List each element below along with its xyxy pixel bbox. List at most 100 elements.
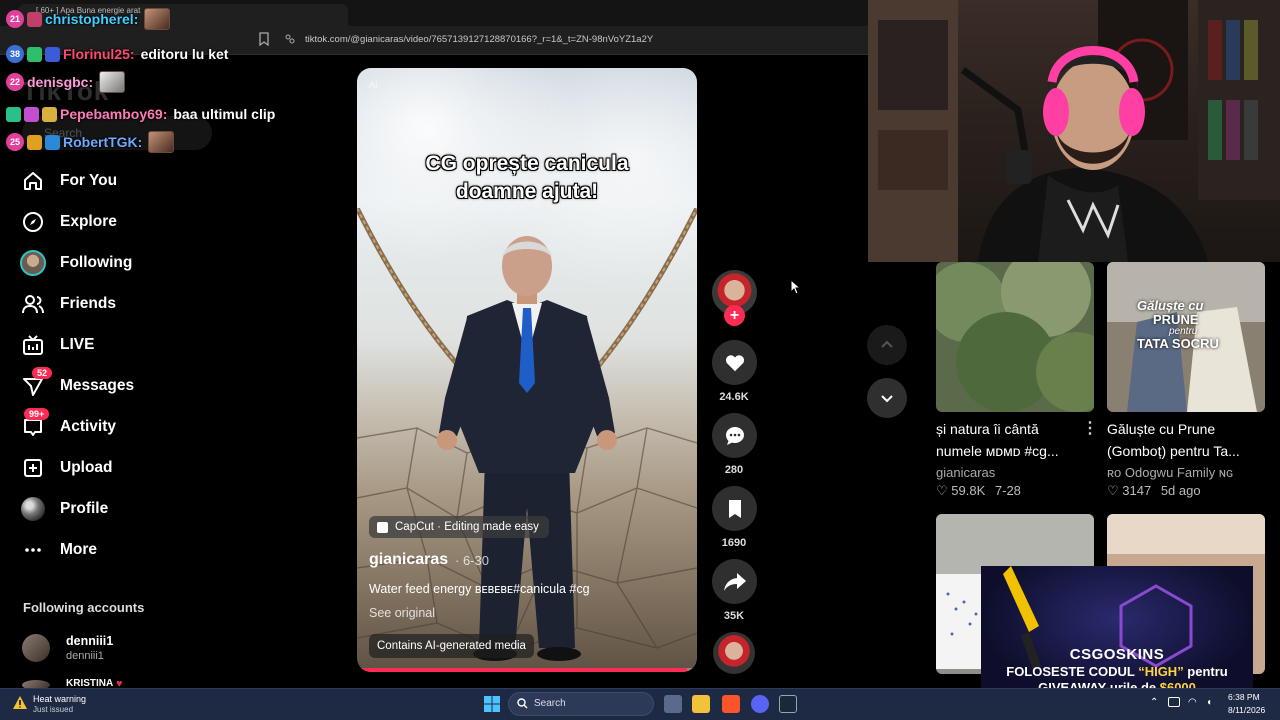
sponsor-ad: CSGOSKINS FOLOSESTE CODUL “HIGH” pentru …	[981, 566, 1253, 698]
nav-live[interactable]: LIVE	[20, 330, 220, 360]
nav-label: LIVE	[60, 336, 95, 353]
capcut-link[interactable]: CapCut · Editing made easy	[369, 516, 549, 538]
nav-messages[interactable]: 52 Messages	[20, 367, 220, 401]
task-view-icon[interactable]	[664, 695, 682, 713]
chat-username: Pepebamboy69:	[60, 106, 168, 122]
see-original-link[interactable]: See original	[369, 606, 435, 620]
ad-text-part: FOLOSESTE CODUL	[1006, 664, 1139, 679]
chevron-down-icon	[881, 395, 893, 403]
ad-text: FOLOSESTE CODUL “HIGH” pentru	[981, 664, 1253, 679]
nav-label: Explore	[60, 213, 117, 230]
title-line: și natura îi cântă	[936, 421, 1039, 437]
card-author[interactable]: ʀᴏ Odogwu Family ɴɢ	[1107, 465, 1233, 480]
discord-icon[interactable]	[751, 695, 769, 713]
share-count: 35K	[723, 610, 745, 622]
live-tv-icon	[20, 332, 46, 358]
thumb-text: Găluște cu	[1137, 298, 1204, 313]
chat-message: 21 christopherel:	[6, 8, 171, 30]
taskbar-time[interactable]: 6:38 PM	[1228, 692, 1260, 702]
tray-chevron-icon[interactable]: ⌃	[1150, 697, 1158, 708]
bookmark-icon	[728, 499, 741, 518]
nav-label: For You	[60, 172, 118, 189]
save-button[interactable]	[712, 486, 757, 531]
brave-browser-icon[interactable]	[722, 695, 740, 713]
nav-label: More	[60, 541, 98, 558]
like-button[interactable]	[712, 340, 757, 385]
nav-for-you[interactable]: For You	[20, 166, 220, 196]
volume-icon[interactable]: ◖	[1206, 697, 1212, 708]
taskbar-search-label: Search	[534, 698, 566, 709]
video-author[interactable]: gianicaras	[369, 551, 448, 569]
windows-start-icon[interactable]	[484, 696, 500, 712]
share-arrow-icon	[723, 572, 746, 591]
nav-activity[interactable]: 99+ Activity	[20, 408, 220, 442]
level-badge: 22	[6, 73, 24, 91]
wifi-icon[interactable]: ◠	[1188, 697, 1197, 708]
video-player[interactable]: AI CG oprește canicula doamne ajuta! Cap…	[357, 68, 697, 672]
like-count: 59.8K	[951, 483, 986, 498]
monitor-icon[interactable]	[1168, 697, 1180, 707]
emote-icon	[148, 131, 175, 153]
like-count: 24.6K	[719, 391, 749, 403]
follow-plus-icon[interactable]: +	[724, 305, 745, 326]
like-count: 3147	[1122, 483, 1152, 498]
plus-square-icon	[20, 455, 46, 481]
nav-label: Friends	[60, 295, 116, 312]
chat-message: Pepebamboy69: baa ultimul clip	[6, 103, 275, 125]
card-author[interactable]: gianicaras	[936, 465, 995, 480]
file-explorer-icon[interactable]	[692, 695, 710, 713]
chat-text: baa ultimul clip	[173, 106, 276, 122]
avatar	[22, 634, 50, 662]
title-line: Găluște cu Prune	[1107, 421, 1216, 437]
video-card-title[interactable]: Găluște cu Prune (Gomboț) pentru Ta...	[1107, 418, 1257, 462]
nav-label: Profile	[60, 500, 109, 517]
nav-more[interactable]: More	[20, 535, 220, 565]
card-stats: ♡ 59.8K 7-28	[936, 483, 1021, 499]
share-button[interactable]	[712, 559, 757, 604]
paper-plane-icon: 52	[20, 367, 53, 399]
music-disc[interactable]	[713, 632, 755, 674]
warning-icon[interactable]	[12, 695, 28, 710]
nav-following[interactable]: Following	[20, 248, 220, 278]
emote-icon	[144, 8, 171, 30]
nav-label: Messages	[60, 377, 135, 394]
nav-profile[interactable]: Profile	[20, 494, 220, 524]
address-bar[interactable]: tiktok.com/@gianicaras/video/76571391271…	[305, 34, 653, 45]
video-thumbnail[interactable]: Găluște cu PRUNE pentru TATA SOCRU	[1107, 262, 1265, 412]
card-date: 7-28	[994, 483, 1021, 498]
video-progress-bar[interactable]	[357, 668, 697, 672]
home-icon	[20, 168, 46, 194]
save-count: 1690	[721, 537, 747, 549]
caption-line: CG oprește canicula	[425, 152, 629, 175]
more-options-icon[interactable]: ⋮	[1082, 418, 1098, 438]
heart-outline-icon: ♡	[1107, 483, 1119, 498]
nav-explore[interactable]: Explore	[20, 207, 220, 237]
site-settings-icon[interactable]	[284, 33, 296, 45]
thumb-text: PRUNE	[1153, 312, 1199, 327]
weather-title[interactable]: Heat warning	[33, 694, 86, 704]
sub-badge-icon	[27, 11, 42, 27]
heart-outline-icon: ♡	[936, 483, 948, 498]
video-card-title[interactable]: și natura îi cântă numele ᴍᴅᴍᴅ #cg...	[936, 418, 1086, 462]
webcam-scene	[868, 0, 1280, 262]
previous-video-button[interactable]	[867, 325, 907, 365]
title-line: (Gomboț) pentru Ta...	[1107, 443, 1240, 459]
search-icon	[517, 698, 528, 709]
nav-upload[interactable]: Upload	[20, 453, 220, 483]
video-description: Water feed energy ʙᴇʙᴇʙᴇ#canicula #cg	[369, 582, 590, 596]
comment-button[interactable]	[712, 413, 757, 458]
chat-username: christopherel:	[45, 11, 139, 27]
bookmark-icon[interactable]	[258, 32, 270, 46]
next-video-button[interactable]	[867, 378, 907, 418]
capcut-label: CapCut · Editing made easy	[395, 521, 539, 533]
chevron-up-icon	[881, 340, 893, 348]
taskbar-date[interactable]: 8/11/2026	[1228, 705, 1265, 715]
nav-label: Upload	[60, 459, 113, 476]
level-badge: 25	[6, 133, 24, 151]
video-thumbnail[interactable]	[936, 262, 1094, 412]
profile-avatar-icon	[20, 496, 46, 522]
nav-friends[interactable]: Friends	[20, 289, 220, 319]
steam-icon[interactable]	[779, 695, 797, 713]
taskbar-search[interactable]	[508, 692, 654, 716]
thumb-text: TATA SOCRU	[1137, 336, 1219, 351]
